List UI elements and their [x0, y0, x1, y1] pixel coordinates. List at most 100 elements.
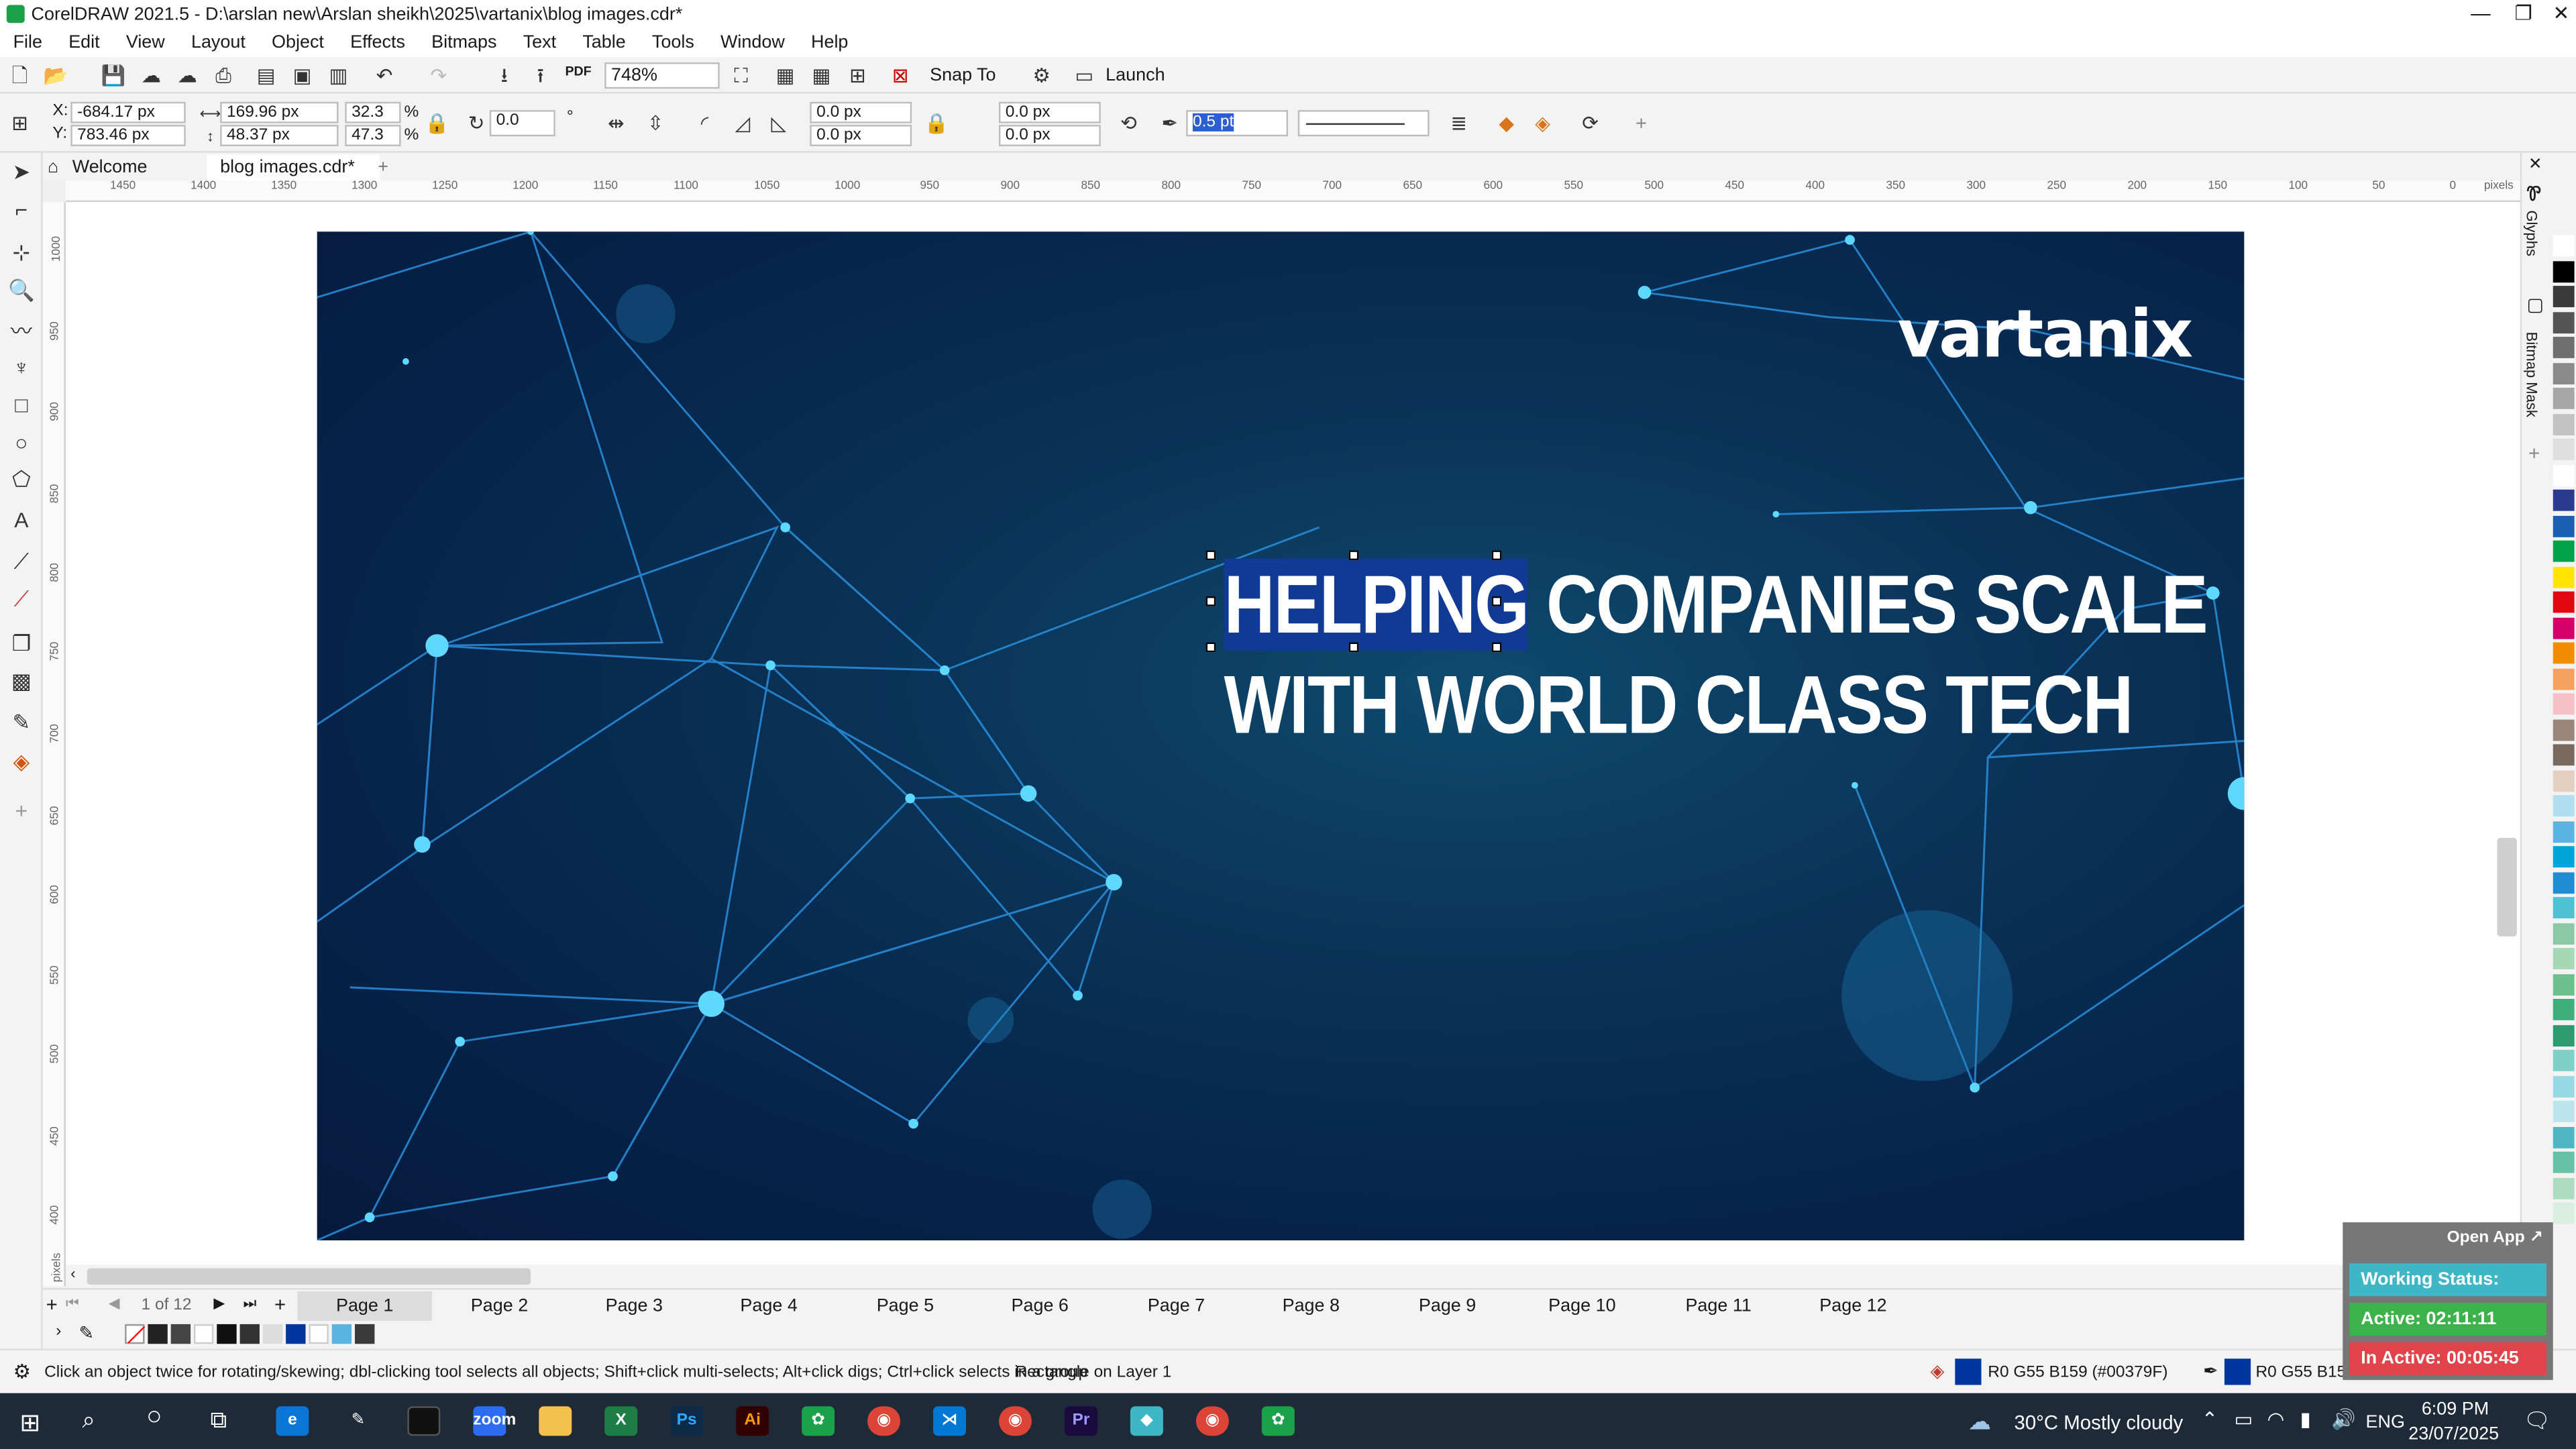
notifications-icon[interactable]: 🗨: [2524, 1408, 2551, 1434]
headline-line-1[interactable]: HELPING COMPANIES SCALE: [1224, 557, 2208, 652]
scalloped-corner-icon[interactable]: ◿: [729, 110, 755, 136]
palette-swatch[interactable]: [2553, 948, 2575, 969]
undo-icon[interactable]: ↶: [371, 62, 397, 89]
add-page-after-icon[interactable]: +: [274, 1293, 286, 1316]
menu-file[interactable]: File: [0, 33, 56, 52]
palette-swatch[interactable]: [2553, 286, 2575, 307]
task-view-icon[interactable]: ⧉: [210, 1406, 226, 1434]
publish-pdf-icon[interactable]: PDF: [565, 64, 591, 79]
corner-radius-bottom-right[interactable]: 0.0 px: [998, 125, 1101, 146]
tab-welcome-screen[interactable]: ⌂ Welcome Screen: [43, 154, 199, 204]
selection-handle-bl[interactable]: [1205, 642, 1216, 653]
search-icon[interactable]: ⌕: [82, 1406, 95, 1434]
premiere-icon[interactable]: Pr: [1064, 1406, 1097, 1436]
palette-swatch[interactable]: [2553, 1151, 2575, 1173]
pick-tool-icon[interactable]: ➤: [7, 158, 36, 187]
page-tab-1[interactable]: Page 1: [297, 1291, 433, 1321]
palette-swatch[interactable]: [2553, 642, 2575, 664]
y-position-field[interactable]: 783.46 px: [70, 125, 186, 146]
menu-object[interactable]: Object: [258, 33, 337, 52]
palette-swatch[interactable]: [2553, 820, 2575, 843]
page-tab-7[interactable]: Page 7: [1109, 1291, 1244, 1321]
weather-icon[interactable]: ☁: [1968, 1408, 1991, 1436]
previous-page-icon[interactable]: ◀: [109, 1295, 120, 1313]
cloud-save-icon[interactable]: ☁: [138, 62, 164, 89]
palette-swatch[interactable]: [2553, 769, 2575, 792]
selection-handle-bc[interactable]: [1348, 642, 1359, 653]
palette-swatch[interactable]: [2553, 1075, 2575, 1097]
palette-swatch[interactable]: [2553, 897, 2575, 918]
palette-swatch[interactable]: [2553, 464, 2575, 486]
glyphs-icon[interactable]: Ꮘ: [2527, 182, 2542, 207]
page-tab-4[interactable]: Page 4: [702, 1291, 837, 1321]
palette-swatch[interactable]: [2553, 1126, 2575, 1148]
language-indicator[interactable]: ENG: [2366, 1413, 2405, 1432]
photoshop-icon[interactable]: Ps: [670, 1406, 704, 1436]
round-corner-icon[interactable]: ◜: [692, 110, 718, 136]
outline-color-swatch[interactable]: [2224, 1358, 2251, 1385]
connector-tool-icon[interactable]: ⟋: [7, 585, 36, 614]
export-icon[interactable]: ⭱: [527, 62, 553, 89]
palette-swatch[interactable]: [2553, 1202, 2575, 1224]
color-eyedropper-tool-icon[interactable]: ✎: [7, 708, 36, 738]
x-position-field[interactable]: -684.17 px: [70, 101, 186, 123]
alignment-guides-icon[interactable]: ⊠: [887, 62, 913, 89]
swatch-white[interactable]: [193, 1324, 214, 1344]
scroll-left-icon[interactable]: ‹: [70, 1265, 75, 1281]
palette-swatch[interactable]: [2553, 387, 2575, 409]
add-page-before-icon[interactable]: +: [46, 1293, 58, 1316]
eyedropper-icon[interactable]: ✎: [79, 1322, 95, 1344]
page-tab-5[interactable]: Page 5: [838, 1291, 973, 1321]
palette-swatch[interactable]: [2553, 871, 2575, 894]
chrome-icon[interactable]: ◉: [867, 1406, 901, 1436]
menu-layout[interactable]: Layout: [178, 33, 258, 52]
status-settings-icon[interactable]: ⚙: [13, 1360, 31, 1383]
palette-swatch[interactable]: [2553, 489, 2575, 511]
zoom-level-field[interactable]: 748%: [604, 62, 720, 89]
swatch-dark-gray[interactable]: [170, 1324, 191, 1344]
show-grid-icon[interactable]: ▦: [808, 62, 835, 89]
open-app-link[interactable]: Open App ↗: [2447, 1229, 2543, 1247]
outline-width-field[interactable]: 0.5 pt: [1186, 110, 1289, 137]
print-icon[interactable]: ⎙: [210, 62, 236, 89]
swatch-blue[interactable]: [286, 1324, 306, 1344]
palette-swatch[interactable]: [2553, 667, 2575, 690]
chamfered-corner-icon[interactable]: ◺: [765, 110, 792, 136]
volume-icon[interactable]: 🔊: [2331, 1408, 2356, 1431]
interactive-fill-tool-icon[interactable]: ◈: [7, 747, 36, 777]
menu-tools[interactable]: Tools: [639, 33, 707, 52]
page-tab-12[interactable]: Page 12: [1786, 1291, 1921, 1321]
cut-icon[interactable]: ▤: [253, 62, 279, 89]
horizontal-scrollbar[interactable]: ‹: [65, 1265, 2520, 1289]
no-color-swatch[interactable]: [125, 1324, 146, 1344]
mirror-vertical-icon[interactable]: ⇳: [643, 110, 669, 136]
page-tab-2[interactable]: Page 2: [432, 1291, 567, 1321]
glyphs-docker-tab[interactable]: Glyphs: [2524, 210, 2540, 256]
close-button[interactable]: ✕: [2538, 0, 2576, 28]
coreldraw-taskbar-icon[interactable]: ✿: [802, 1406, 835, 1436]
page-tab-10[interactable]: Page 10: [1515, 1291, 1650, 1321]
palette-swatch[interactable]: [2553, 1100, 2575, 1122]
palette-swatch[interactable]: [2553, 515, 2575, 537]
excel-icon[interactable]: X: [604, 1406, 638, 1436]
page-tab-6[interactable]: Page 6: [973, 1291, 1108, 1321]
palette-swatch[interactable]: [2553, 973, 2575, 995]
swatch-white-2[interactable]: [309, 1324, 329, 1344]
line-style-selector[interactable]: [1297, 110, 1430, 137]
terminal-icon[interactable]: [407, 1406, 441, 1436]
palette-swatch[interactable]: [2553, 693, 2575, 715]
clock-time[interactable]: 6:09 PM: [2422, 1400, 2489, 1419]
palette-scroll-icon[interactable]: ›: [56, 1322, 61, 1340]
palette-swatch[interactable]: [2553, 540, 2575, 562]
text-tool-icon[interactable]: A: [7, 506, 36, 535]
bitmap-mask-icon[interactable]: ▢: [2527, 294, 2544, 315]
selection-handle-tc[interactable]: [1348, 550, 1359, 561]
snap-to-dropdown[interactable]: Snap To: [930, 66, 996, 85]
next-page-icon[interactable]: ▶: [213, 1295, 225, 1313]
chrome-active-icon[interactable]: ◉: [1195, 1406, 1229, 1436]
open-icon[interactable]: 📂: [43, 62, 69, 89]
transparency-tool-icon[interactable]: ▩: [7, 667, 36, 696]
redo-icon[interactable]: ↷: [425, 62, 451, 89]
vartanix-logo[interactable]: vartanix: [1898, 297, 2194, 373]
palette-swatch[interactable]: [2553, 1049, 2575, 1071]
